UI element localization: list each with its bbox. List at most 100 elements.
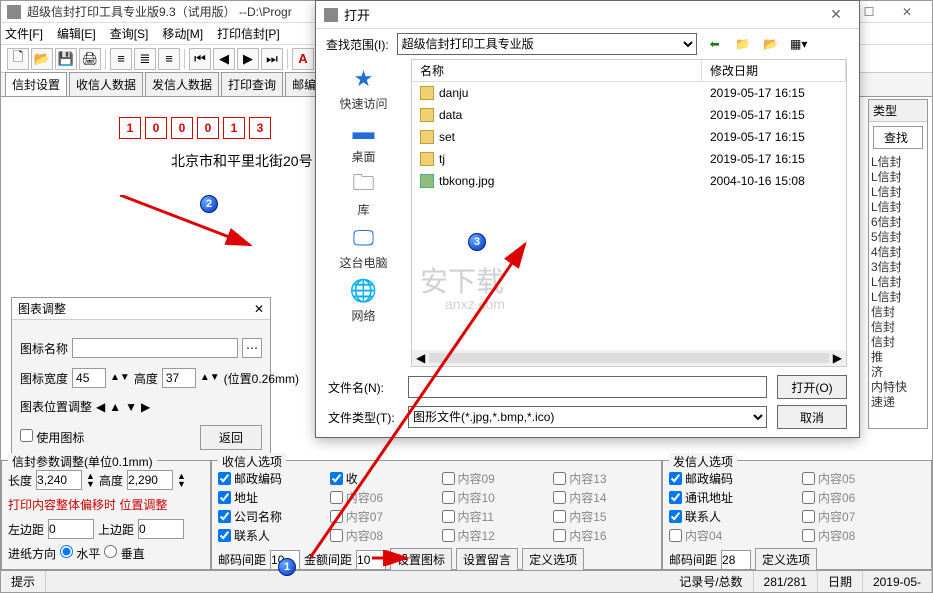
menu-item[interactable]: 编辑[E] <box>57 25 96 42</box>
set-message-button[interactable]: 设置留言 <box>456 548 518 571</box>
right-list-item[interactable]: 推 <box>871 350 925 365</box>
dialog-close[interactable]: ✕ <box>821 6 851 23</box>
file-row[interactable]: data2019-05-17 16:15 <box>412 104 846 126</box>
tool-last[interactable]: ⏭ <box>261 48 283 70</box>
tool-font[interactable]: A <box>292 48 314 70</box>
tool-first[interactable]: ⏮ <box>189 48 211 70</box>
col-name[interactable]: 名称 <box>412 60 702 81</box>
recipient-check[interactable]: 内容11 <box>442 508 544 525</box>
right-list-item[interactable]: 4信封 <box>871 245 925 260</box>
icon-height-input[interactable] <box>162 368 196 388</box>
left-margin-input[interactable] <box>48 519 94 539</box>
menu-item[interactable]: 打印信封[P] <box>217 25 280 42</box>
close-button[interactable]: ✕ <box>888 2 926 22</box>
recipient-check[interactable]: 内容13 <box>553 470 655 487</box>
file-row[interactable]: set2019-05-17 16:15 <box>412 126 846 148</box>
tab[interactable]: 发信人数据 <box>145 72 219 96</box>
cancel-button[interactable]: 取消 <box>777 405 847 429</box>
recipient-check[interactable]: 收 <box>330 470 432 487</box>
sidebar-place[interactable]: ▬桌面 <box>347 118 381 165</box>
icon-width-input[interactable] <box>72 368 106 388</box>
sender-define-options[interactable]: 定义选项 <box>755 548 817 571</box>
open-button[interactable]: 打开(O) <box>777 375 847 399</box>
right-list-item[interactable]: 6信封 <box>871 215 925 230</box>
tab[interactable]: 打印查询 <box>221 72 283 96</box>
pos-up[interactable]: ▲ <box>109 400 121 414</box>
sender-check[interactable]: 内容08 <box>802 527 925 544</box>
tool-print[interactable]: 🖨 <box>79 48 101 70</box>
sender-check[interactable]: 联系人 <box>669 508 792 525</box>
sender-postgap[interactable] <box>721 550 751 570</box>
recipient-check[interactable]: 内容08 <box>330 527 432 544</box>
recipient-check[interactable]: 内容09 <box>442 470 544 487</box>
right-list-item[interactable]: L信封 <box>871 200 925 215</box>
length-input[interactable] <box>36 470 82 490</box>
lookup-combo[interactable]: 超级信封打印工具专业版 <box>397 33 697 55</box>
height-input[interactable] <box>127 470 173 490</box>
sidebar-place[interactable]: ★快速访问 <box>339 65 387 112</box>
tool-align-center[interactable]: ≣ <box>134 48 156 70</box>
pos-down[interactable]: ▼ <box>125 400 137 414</box>
nav-newfolder-icon[interactable]: 📂 <box>761 34 781 54</box>
right-list-item[interactable]: L信封 <box>871 290 925 305</box>
find-button[interactable]: 查找 <box>873 126 923 149</box>
tool-prev[interactable]: ◀ <box>213 48 235 70</box>
tool-align-right[interactable]: ≡ <box>158 48 180 70</box>
col-date[interactable]: 修改日期 <box>702 60 846 81</box>
tool-align-left[interactable]: ≡ <box>110 48 132 70</box>
nav-up-icon[interactable]: 📁 <box>733 34 753 54</box>
right-list-item[interactable]: 信封 <box>871 320 925 335</box>
right-list-item[interactable]: L信封 <box>871 185 925 200</box>
file-list[interactable]: 名称 修改日期 danju2019-05-17 16:15data2019-05… <box>411 59 847 367</box>
nav-view-icon[interactable]: ▦▾ <box>789 34 809 54</box>
filetype-combo[interactable]: 图形文件(*.jpg,*.bmp,*.ico) <box>408 406 767 428</box>
set-icon-button[interactable]: 设置图标 <box>390 548 452 571</box>
feed-horiz[interactable]: 水平 <box>60 545 100 562</box>
recipient-check[interactable]: 内容15 <box>553 508 655 525</box>
recipient-check[interactable]: 公司名称 <box>218 508 320 525</box>
sidebar-place[interactable]: 🌐网络 <box>347 277 381 324</box>
define-options-button[interactable]: 定义选项 <box>522 548 584 571</box>
sender-check[interactable]: 内容06 <box>802 489 925 506</box>
recipient-amtgap[interactable] <box>356 550 386 570</box>
chart-panel-close[interactable]: ✕ <box>254 302 264 316</box>
nav-back-icon[interactable]: ⬅ <box>705 34 725 54</box>
use-icon-checkbox[interactable]: 使用图标 <box>20 429 84 446</box>
sender-check[interactable]: 内容07 <box>802 508 925 525</box>
pos-left[interactable]: ◀ <box>96 400 105 414</box>
recipient-check[interactable]: 地址 <box>218 489 320 506</box>
sidebar-place[interactable]: 🗀库 <box>347 171 381 218</box>
sender-check[interactable]: 内容05 <box>802 470 925 487</box>
right-list-item[interactable]: 5信封 <box>871 230 925 245</box>
file-row[interactable]: tbkong.jpg2004-10-16 15:08 <box>412 170 846 192</box>
tab[interactable]: 信封设置 <box>5 72 67 96</box>
recipient-check[interactable]: 内容06 <box>330 489 432 506</box>
file-row[interactable]: tj2019-05-17 16:15 <box>412 148 846 170</box>
menu-item[interactable]: 查询[S] <box>110 25 149 42</box>
browse-icon-button[interactable]: ⋯ <box>242 338 262 358</box>
top-margin-input[interactable] <box>138 519 184 539</box>
sender-check[interactable]: 内容04 <box>669 527 792 544</box>
menu-item[interactable]: 文件[F] <box>5 25 43 42</box>
recipient-check[interactable]: 内容14 <box>553 489 655 506</box>
recipient-check[interactable]: 联系人 <box>218 527 320 544</box>
tool-save[interactable]: 💾 <box>55 48 77 70</box>
right-list-item[interactable]: 速递 <box>871 395 925 410</box>
recipient-check[interactable]: 内容10 <box>442 489 544 506</box>
sender-check[interactable]: 邮政编码 <box>669 470 792 487</box>
feed-vert[interactable]: 垂直 <box>104 545 144 562</box>
recipient-check[interactable]: 内容16 <box>553 527 655 544</box>
right-list-item[interactable]: 3信封 <box>871 260 925 275</box>
right-list-item[interactable]: 信封 <box>871 305 925 320</box>
sender-check[interactable]: 通讯地址 <box>669 489 792 506</box>
filename-input[interactable] <box>408 376 767 398</box>
recipient-check[interactable]: 内容12 <box>442 527 544 544</box>
sidebar-place[interactable]: 🖵这台电脑 <box>339 224 387 271</box>
tool-open[interactable]: 📂 <box>31 48 53 70</box>
right-list-item[interactable]: L信封 <box>871 275 925 290</box>
pos-right[interactable]: ▶ <box>141 400 150 414</box>
right-list-item[interactable]: 内特快 <box>871 380 925 395</box>
tab[interactable]: 收信人数据 <box>69 72 143 96</box>
recipient-check[interactable]: 邮政编码 <box>218 470 320 487</box>
right-list-item[interactable]: 济 <box>871 365 925 380</box>
